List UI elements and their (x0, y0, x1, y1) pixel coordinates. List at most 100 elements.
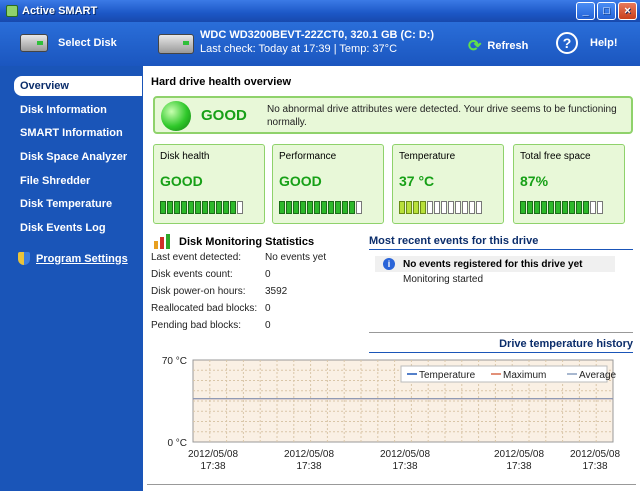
level-segment (469, 201, 475, 214)
level-segment (167, 201, 173, 214)
maximize-button[interactable]: □ (597, 2, 616, 20)
sidebar: Overview Disk Information SMART Informat… (0, 66, 143, 491)
legend-label: Temperature (419, 370, 476, 381)
select-disk-label: Select Disk (58, 37, 117, 49)
level-segment (476, 201, 482, 214)
level-segment (216, 201, 222, 214)
level-segment (174, 201, 180, 214)
status-text: GOOD (201, 107, 247, 124)
level-segment (300, 201, 306, 214)
info-icon: i (383, 258, 395, 270)
level-segment (293, 201, 299, 214)
level-bar (279, 201, 362, 214)
level-segment (342, 201, 348, 214)
level-segment (441, 201, 447, 214)
card-title: Temperature (399, 151, 456, 162)
level-segment (349, 201, 355, 214)
x-tick-label: 17:38 (200, 461, 225, 472)
card-temperature: Temperature 37 °C (392, 144, 504, 224)
x-tick-label: 2012/05/08 (284, 449, 334, 460)
level-segment (209, 201, 215, 214)
level-segment (427, 201, 433, 214)
level-segment (520, 201, 526, 214)
level-segment (321, 201, 327, 214)
status-ball-icon (161, 101, 191, 131)
x-tick-label: 17:38 (296, 461, 321, 472)
level-bar (160, 201, 243, 214)
events-divider (369, 332, 633, 333)
x-tick-label: 17:38 (392, 461, 417, 472)
level-segment (555, 201, 561, 214)
refresh-button[interactable]: ⟳ Refresh (468, 36, 528, 56)
card-performance: Performance GOOD (272, 144, 384, 224)
stat-label: Disk power-on hours: (151, 286, 246, 297)
event-row[interactable]: i No events registered for this drive ye… (375, 256, 615, 272)
sidebar-item-overview[interactable]: Overview (14, 76, 142, 96)
level-segment (188, 201, 194, 214)
sidebar-item-smart-information[interactable]: SMART Information (14, 123, 142, 143)
level-segment (230, 201, 236, 214)
x-tick-label: 2012/05/08 (494, 449, 544, 460)
help-icon: ? (556, 32, 578, 54)
refresh-label: Refresh (487, 40, 529, 52)
level-segment (576, 201, 582, 214)
app-icon (6, 5, 18, 17)
card-free-space: Total free space 87% (513, 144, 625, 224)
stats-title: Disk Monitoring Statistics (179, 236, 315, 248)
temperature-history-title: Drive temperature history (369, 338, 633, 353)
title-bar: Active SMART _ □ × (0, 0, 640, 22)
event-subtext: Monitoring started (403, 274, 484, 285)
stat-value: 3592 (265, 286, 288, 297)
sidebar-item-file-shredder[interactable]: File Shredder (14, 171, 142, 191)
level-segment (314, 201, 320, 214)
y-tick-label: 70 °C (162, 356, 187, 367)
stat-value: 0 (265, 303, 271, 314)
stat-label: Pending bad blocks: (151, 320, 242, 331)
drive-icon (158, 34, 194, 54)
level-segment (527, 201, 533, 214)
level-segment (597, 201, 603, 214)
level-segment (195, 201, 201, 214)
help-button[interactable]: ? Help! (556, 32, 618, 54)
close-button[interactable]: × (618, 2, 637, 20)
overview-title: Hard drive health overview (151, 76, 291, 88)
level-segment (356, 201, 362, 214)
level-segment (413, 201, 419, 214)
event-text: No events registered for this drive yet (403, 258, 583, 270)
window-controls: _ □ × (576, 2, 637, 20)
temperature-chart: 70 °C 0 °C Temperature Maximum Average 2012/0… (162, 356, 621, 472)
select-disk-button[interactable]: Select Disk (20, 34, 117, 52)
level-bar (520, 201, 603, 214)
level-segment (406, 201, 412, 214)
x-tick-label: 2012/05/08 (570, 449, 620, 460)
x-tick-label: 17:38 (506, 461, 531, 472)
card-title: Performance (279, 151, 337, 162)
window-title: Active SMART (22, 5, 98, 17)
program-settings-link[interactable]: Program Settings (18, 252, 128, 265)
sidebar-item-disk-events-log[interactable]: Disk Events Log (14, 218, 142, 238)
card-value: 37 °C (399, 173, 435, 189)
level-segment (202, 201, 208, 214)
level-segment (541, 201, 547, 214)
level-segment (534, 201, 540, 214)
sidebar-item-disk-space-analyzer[interactable]: Disk Space Analyzer (14, 147, 142, 167)
card-value: GOOD (279, 173, 322, 189)
chart-divider (147, 484, 636, 485)
app-window: Active SMART _ □ × Select Disk WDC WD320… (0, 0, 640, 491)
card-disk-health: Disk health GOOD (153, 144, 265, 224)
level-segment (328, 201, 334, 214)
card-value: GOOD (160, 173, 203, 189)
level-segment (583, 201, 589, 214)
stat-label: Reallocated bad blocks: (151, 303, 258, 314)
card-value: 87% (520, 173, 549, 189)
level-segment (399, 201, 405, 214)
card-title: Total free space (520, 151, 591, 162)
level-segment (434, 201, 440, 214)
sidebar-item-disk-information[interactable]: Disk Information (14, 100, 142, 120)
level-segment (160, 201, 166, 214)
sidebar-item-disk-temperature[interactable]: Disk Temperature (14, 194, 142, 214)
y-tick-label: 0 °C (167, 438, 187, 449)
minimize-button[interactable]: _ (576, 2, 595, 20)
level-segment (448, 201, 454, 214)
level-segment (462, 201, 468, 214)
